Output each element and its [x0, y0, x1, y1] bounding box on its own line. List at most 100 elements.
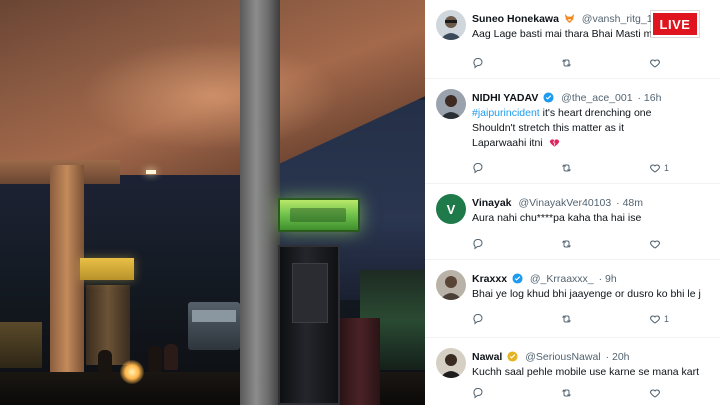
comment-header: Kraxxx @_Krraaxxx_ · 9h — [472, 271, 717, 287]
canopy-lamp — [146, 170, 156, 174]
comment-line-text: Laparwaahi itni — [472, 137, 543, 149]
avatar-photo — [436, 10, 466, 40]
bonfire — [120, 360, 144, 384]
repost-icon — [562, 315, 571, 323]
comment-line: Shouldn't stretch this matter as it — [472, 122, 624, 134]
repost-icon — [562, 164, 571, 172]
gold-verified-icon — [507, 351, 518, 365]
action-bar — [472, 237, 717, 251]
like-button[interactable]: 1 — [649, 161, 669, 175]
comment-line: Laparwaahi itni — [472, 136, 717, 153]
reply-icon — [473, 314, 483, 325]
verified-badge-icon — [543, 92, 554, 106]
post-time: · 20h — [605, 351, 630, 363]
person-silhouette — [98, 350, 112, 376]
comment-item: Kraxxx @_Krraaxxx_ · 9h Bhai ye log khud… — [425, 259, 720, 336]
comment-header: Nawal @SeriousNawal · 20h — [472, 349, 717, 365]
comment-text: #jaipurincident it's heart drenching one… — [472, 106, 717, 153]
hashtag-link[interactable]: #jaipurincident — [472, 107, 540, 119]
comment-item: V Vinayak @VinayakVer40103 · 48m Aura na… — [425, 183, 720, 258]
reply-icon — [473, 239, 483, 250]
avatar[interactable] — [436, 89, 466, 119]
avatar[interactable]: V — [436, 194, 466, 224]
post-time: · 48m — [616, 197, 643, 209]
user-handle[interactable]: @_Krraaxxx_ — [530, 273, 594, 285]
like-count: 1 — [664, 163, 670, 173]
action-bar — [472, 386, 717, 400]
reply-button[interactable] — [472, 237, 484, 251]
verified-badge-icon — [512, 273, 523, 287]
parked-truck — [0, 322, 42, 368]
reply-button[interactable] — [472, 386, 484, 400]
heart-icon — [649, 315, 661, 324]
like-count: 1 — [664, 314, 670, 324]
like-button[interactable]: 1 — [649, 312, 669, 326]
repost-button[interactable] — [560, 312, 573, 326]
comment-text: Kuchh saal pehle mobile use karne se man… — [472, 366, 700, 378]
heart-icon — [649, 164, 661, 173]
user-name[interactable]: Vinayak — [472, 197, 512, 209]
repost-icon — [562, 59, 571, 67]
repost-button[interactable] — [560, 386, 573, 400]
heart-icon — [649, 59, 661, 68]
avatar-photo — [436, 270, 466, 300]
repost-button[interactable] — [560, 56, 573, 70]
person-silhouette — [164, 344, 178, 370]
avatar[interactable] — [436, 270, 466, 300]
avatar[interactable] — [436, 10, 466, 40]
comment-text: Aura nahi chu****pa kaha tha hai ise — [472, 212, 642, 224]
avatar-photo — [436, 348, 466, 378]
comment-item: Nawal @SeriousNawal · 20h Kuchh saal peh… — [425, 337, 720, 405]
comment-line: it's heart drenching one — [539, 107, 652, 119]
user-name[interactable]: NIDHI YADAV — [472, 92, 538, 104]
left-canopy-pillar — [50, 165, 84, 380]
user-name[interactable]: Nawal — [472, 351, 502, 363]
repost-icon — [562, 240, 571, 248]
action-bar — [472, 56, 717, 70]
like-button[interactable] — [649, 237, 664, 251]
action-bar: 1 — [472, 312, 717, 326]
like-button[interactable] — [649, 56, 664, 70]
repost-button[interactable] — [560, 237, 573, 251]
comment-header: Vinayak @VinayakVer40103 · 48m — [472, 195, 717, 211]
fox-emoji-icon — [564, 13, 575, 27]
canopy-light-glow — [80, 40, 340, 150]
yellow-station-sign — [80, 258, 134, 280]
person-silhouette — [148, 346, 162, 372]
avatar-photo — [436, 89, 466, 119]
fuel-dispenser — [278, 245, 340, 405]
heart-icon — [649, 389, 661, 398]
action-bar: 1 — [472, 161, 717, 175]
reply-icon — [473, 388, 483, 399]
background-bus — [188, 302, 240, 350]
reply-icon — [473, 58, 483, 69]
bus-window — [192, 310, 236, 322]
dispenser-display — [292, 263, 328, 323]
user-handle[interactable]: @SeriousNawal — [525, 351, 600, 363]
user-name[interactable]: Suneo Honekawa — [472, 13, 559, 25]
user-name[interactable]: Kraxxx — [472, 273, 507, 285]
post-time: · 16h — [637, 92, 662, 104]
repost-button[interactable] — [560, 161, 573, 175]
comment-header: NIDHI YADAV @the_ace_001 · 16h — [472, 90, 717, 106]
like-button[interactable] — [649, 386, 664, 400]
avatar-initial: V — [436, 194, 466, 224]
repost-icon — [562, 389, 571, 397]
user-handle[interactable]: @vansh_ritg_1 — [582, 13, 653, 25]
comment-item: NIDHI YADAV @the_ace_001 · 16h #jaipurin… — [425, 78, 720, 182]
news-video-frame — [0, 0, 425, 405]
fuel-dispenser-red — [340, 318, 380, 405]
reply-button[interactable] — [472, 161, 484, 175]
user-handle[interactable]: @VinayakVer40103 — [518, 197, 611, 209]
main-canopy-pillar — [240, 0, 280, 405]
green-station-sign — [278, 198, 360, 232]
post-time: · 9h — [598, 273, 617, 285]
comments-panel: Suneo Honekawa @vansh_ritg_1 Aag Lage ba… — [425, 0, 720, 405]
reply-button[interactable] — [472, 312, 484, 326]
reply-button[interactable] — [472, 56, 484, 70]
avatar[interactable] — [436, 348, 466, 378]
user-handle[interactable]: @the_ace_001 — [561, 92, 632, 104]
sign-lettering — [290, 208, 346, 222]
broken-heart-icon — [549, 137, 560, 153]
comment-text: Bhai ye log khud bhi jaayenge or dusro k… — [472, 288, 701, 300]
